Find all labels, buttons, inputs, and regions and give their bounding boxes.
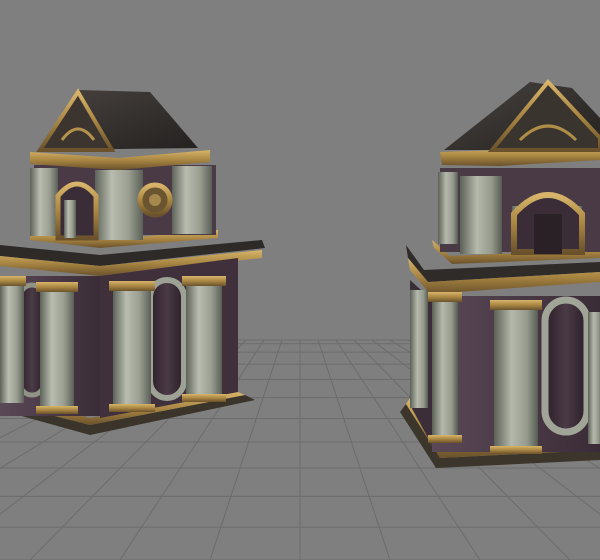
rosette-center-left (149, 194, 161, 206)
window-mullion-left (64, 200, 76, 238)
arched-window-left (55, 181, 99, 241)
building-model-left[interactable] (0, 88, 265, 435)
window-inner-right (534, 214, 562, 254)
viewport-scene[interactable] (0, 0, 600, 560)
niche-right-1 (541, 296, 591, 436)
3d-viewport[interactable] (0, 0, 600, 560)
building-model-right[interactable] (400, 78, 600, 468)
niche-left-2 (147, 277, 187, 401)
